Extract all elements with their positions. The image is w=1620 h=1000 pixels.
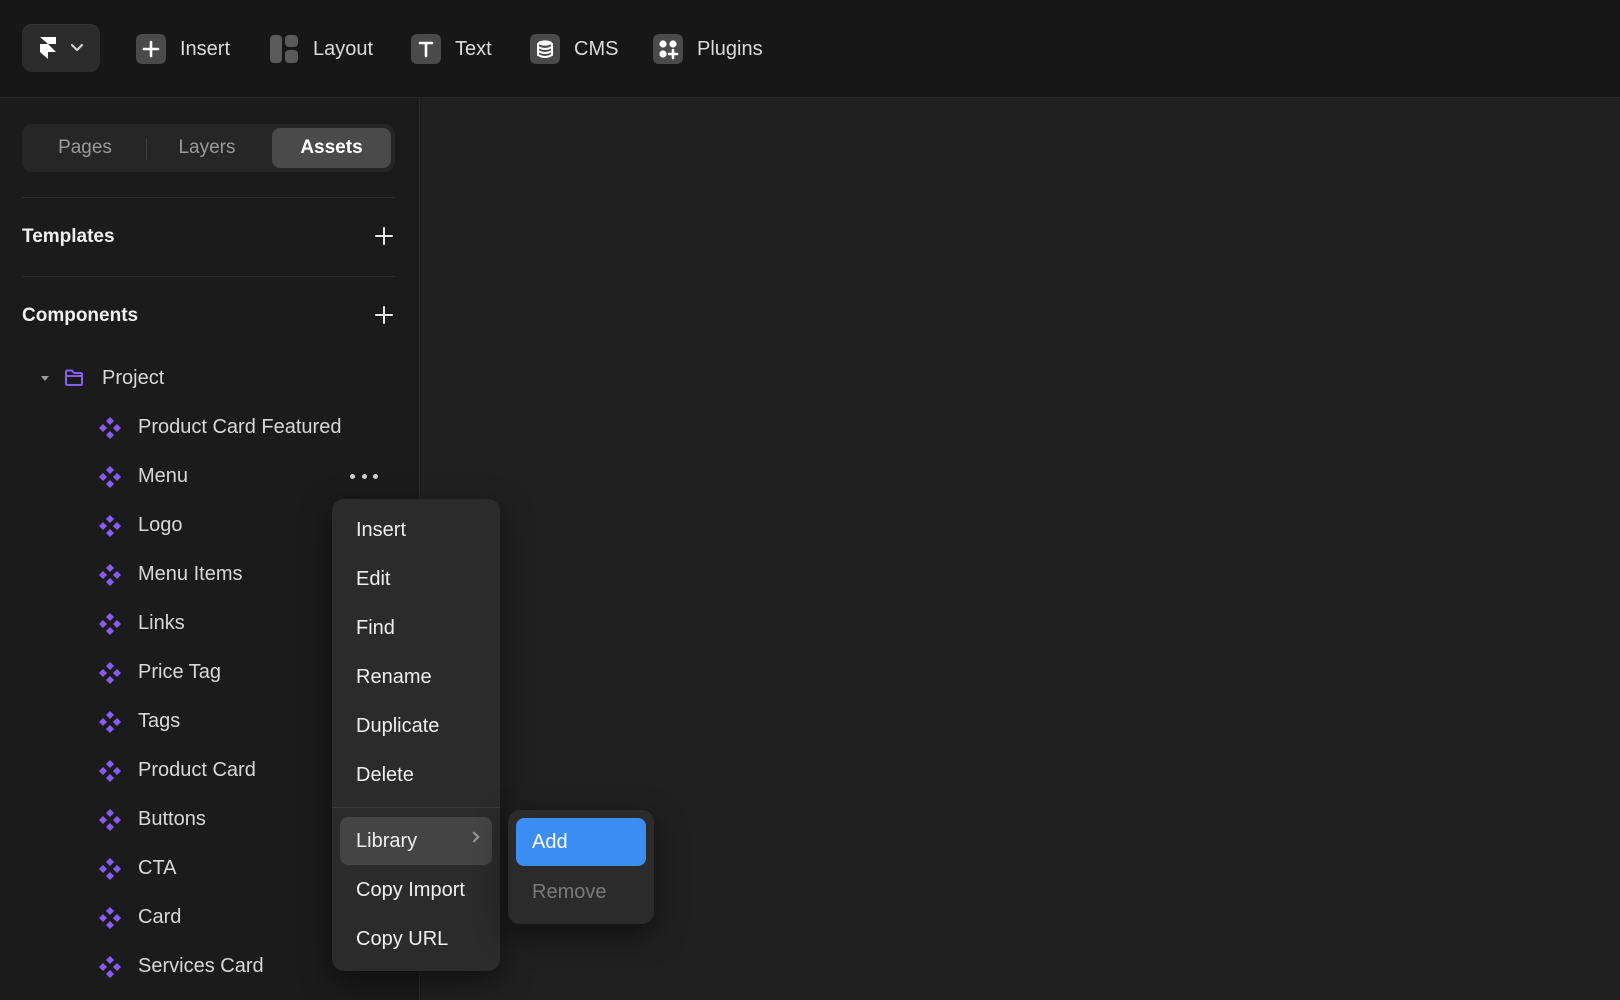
toolbar-cms-label: CMS — [574, 37, 619, 60]
component-row[interactable]: Product Card Featured — [0, 407, 420, 447]
layout-icon — [269, 34, 299, 64]
component-icon — [99, 417, 121, 439]
component-label: Buttons — [138, 807, 206, 830]
menu-copy-url[interactable]: Copy URL — [340, 916, 492, 962]
menu-delete[interactable]: Delete — [340, 752, 492, 798]
toolbar-insert-label: Insert — [180, 37, 231, 60]
menu-rename[interactable]: Rename — [340, 654, 492, 700]
toolbar-cms-button[interactable]: CMS — [530, 29, 618, 69]
menu-edit[interactable]: Edit — [340, 556, 492, 602]
component-icon — [99, 858, 121, 880]
component-label: Price Tag — [138, 660, 222, 683]
component-icon — [99, 613, 121, 635]
toolbar-layout-label: Layout — [313, 37, 374, 60]
menu-find[interactable]: Find — [340, 605, 492, 651]
tab-assets[interactable]: Assets — [272, 128, 391, 168]
more-options-icon[interactable] — [350, 464, 378, 488]
text-t-icon — [411, 34, 441, 64]
component-label: CTA — [138, 856, 177, 879]
component-label: Logo — [138, 513, 183, 536]
tab-divider — [146, 138, 147, 160]
toolbar-layout-button[interactable]: Layout — [269, 29, 373, 69]
context-menu: Insert Edit Find Rename Duplicate Delete… — [332, 499, 500, 971]
component-label: Menu Items — [138, 562, 243, 585]
submenu-add[interactable]: Add — [516, 818, 646, 866]
chevron-down-icon — [70, 43, 84, 52]
component-row[interactable]: Menu — [0, 456, 420, 496]
panel-tabs: Pages Layers Assets — [22, 124, 395, 172]
toolbar-insert-button[interactable]: Insert — [136, 29, 230, 69]
menu-duplicate[interactable]: Duplicate — [340, 703, 492, 749]
component-label: Services Card — [138, 954, 264, 977]
menu-insert[interactable]: Insert — [340, 507, 492, 553]
toolbar-text-button[interactable]: Text — [411, 29, 492, 69]
plus-square-icon — [136, 34, 166, 64]
tab-layers[interactable]: Layers — [148, 128, 266, 168]
framer-logo-icon — [40, 37, 56, 59]
menu-separator — [332, 807, 500, 808]
component-label: Tags — [138, 709, 181, 732]
folder-label: Project — [102, 366, 165, 389]
components-title: Components — [22, 305, 139, 326]
toolbar-text-label: Text — [455, 37, 492, 60]
divider — [22, 276, 395, 277]
component-icon — [99, 515, 121, 537]
add-component-button[interactable] — [374, 305, 394, 325]
component-icon — [99, 809, 121, 831]
menu-library[interactable]: Library — [340, 817, 492, 865]
templates-title: Templates — [22, 226, 115, 247]
component-icon — [99, 956, 121, 978]
menu-library-label: Library — [356, 829, 418, 852]
component-label: Product Card — [138, 758, 256, 781]
component-icon — [99, 564, 121, 586]
folder-icon — [65, 369, 83, 386]
component-label: Product Card Featured — [138, 415, 342, 438]
library-submenu: Add Remove — [508, 810, 654, 924]
component-label: Card — [138, 905, 182, 928]
tab-pages[interactable]: Pages — [26, 128, 144, 168]
database-icon — [530, 34, 560, 64]
caret-down-icon — [41, 376, 49, 381]
component-label: Menu — [138, 464, 189, 487]
app-menu-button[interactable] — [22, 24, 100, 72]
plugins-icon — [653, 34, 683, 64]
component-icon — [99, 662, 121, 684]
chevron-right-icon — [468, 831, 480, 843]
top-toolbar: Insert Layout Text CMS Plugins — [0, 0, 1620, 98]
component-icon — [99, 760, 121, 782]
add-template-button[interactable] — [374, 226, 394, 246]
folder-row-project[interactable]: Project — [0, 358, 420, 398]
menu-copy-import[interactable]: Copy Import — [340, 867, 492, 913]
component-icon — [99, 466, 121, 488]
component-icon — [99, 907, 121, 929]
divider — [22, 197, 395, 198]
component-icon — [99, 711, 121, 733]
submenu-remove: Remove — [532, 880, 607, 903]
component-label: Links — [138, 611, 185, 634]
toolbar-plugins-label: Plugins — [697, 37, 763, 60]
toolbar-plugins-button[interactable]: Plugins — [653, 29, 763, 69]
